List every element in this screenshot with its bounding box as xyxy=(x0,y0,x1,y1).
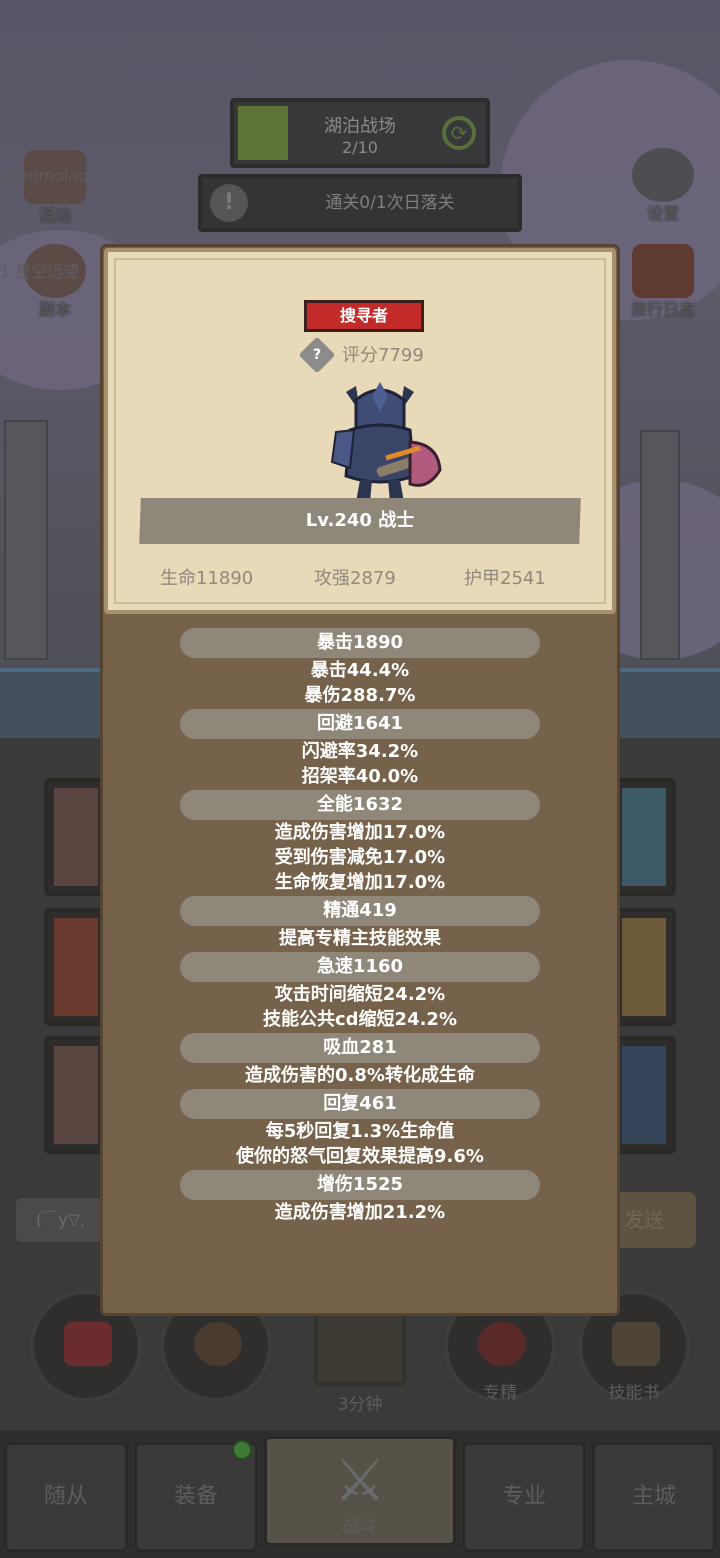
stat-section-haste: 急速1160 攻击时间缩短24.2% 技能公共cd缩短24.2% xyxy=(100,952,620,1032)
hp-stat: 生命11890 xyxy=(160,568,254,589)
specialize-label: 专精 xyxy=(483,1383,517,1403)
stat-header: 急速1160 xyxy=(180,952,540,982)
username-text: shenmolao xyxy=(0,166,88,185)
potion-icon xyxy=(64,1322,112,1366)
book-icon xyxy=(632,244,694,298)
dungeon-label: 副本 xyxy=(38,300,71,319)
base-stats: 生命11890 攻强2879 护甲2541 xyxy=(138,564,590,590)
stat-header: 回避1641 xyxy=(180,709,540,739)
stat-line: 每5秒回复1.3%生命值 xyxy=(265,1121,455,1142)
settings-label: 设置 xyxy=(646,204,679,223)
stat-line: 造成伤害的0.8%转化成生命 xyxy=(245,1065,475,1086)
attribute-list: 暴击1890 暴击44.4% 暴伤288.7% 回避1641 闪避率34.2% … xyxy=(100,628,620,1226)
tab-followers[interactable]: 随从 xyxy=(4,1442,128,1552)
stat-line: 暴伤288.7% xyxy=(304,685,416,706)
equipment-slot[interactable] xyxy=(612,908,676,1026)
stat-section-crit: 暴击1890 暴击44.4% 暴伤288.7% xyxy=(100,628,620,708)
crossed-swords-icon: ⚔ xyxy=(334,1446,386,1514)
gear-icon xyxy=(632,148,694,202)
travel-log-button[interactable]: 旅行日志 xyxy=(620,244,706,320)
stage-progress: 湖泊战场 2/10 ⟳ xyxy=(230,98,490,168)
question-icon[interactable]: ? xyxy=(298,336,336,374)
stat-section-avoidance: 回避1641 闪避率34.2% 招架率40.0% xyxy=(100,709,620,789)
send-button[interactable]: 发送 xyxy=(608,1192,696,1248)
stat-line: 使你的怒气回复效果提高9.6% xyxy=(236,1146,484,1167)
dungeon-button[interactable]: 副本 xyxy=(12,244,98,320)
stat-section-lifesteal: 吸血281 造成伤害的0.8%转化成生命 xyxy=(100,1033,620,1088)
chest-icon xyxy=(314,1306,406,1386)
stat-section-mastery: 精通419 提高专精主技能效果 xyxy=(100,896,620,951)
skill-book-label: 技能书 xyxy=(608,1383,660,1403)
attack-stat: 攻强2879 xyxy=(314,568,396,589)
stat-section-damage: 增伤1525 造成伤害增加21.2% xyxy=(100,1170,620,1225)
stat-section-regen: 回复461 每5秒回复1.3%生命值 使你的怒气回复效果提高9.6% xyxy=(100,1089,620,1169)
server-text: 1 星空远望 xyxy=(0,262,80,281)
stat-line: 攻击时间缩短24.2% xyxy=(274,984,446,1005)
stat-line: 招架率40.0% xyxy=(301,766,419,787)
character-detail-modal[interactable]: 搜寻者 ? 评分7799 Lv.240 战士 生命11890 攻强2879 护甲… xyxy=(100,244,620,1316)
stat-header: 回复461 xyxy=(180,1089,540,1119)
tab-battle[interactable]: ⚔ 战斗 xyxy=(264,1436,456,1546)
clear-status: ! 通关0/1次日落关 xyxy=(198,174,522,232)
stat-line: 造成伤害增加21.2% xyxy=(274,1202,446,1223)
bread-icon xyxy=(194,1322,242,1366)
stat-line: 闪避率34.2% xyxy=(301,741,419,762)
tab-battle-label: 战斗 xyxy=(342,1516,378,1537)
bottom-nav: 随从 装备 ⚔ 战斗 专业 主城 xyxy=(0,1430,720,1558)
activity-label: 活动 xyxy=(38,206,71,225)
equipment-slot[interactable] xyxy=(612,778,676,896)
rank-badge: 搜寻者 xyxy=(304,300,424,332)
equipment-slot[interactable] xyxy=(44,1036,108,1154)
score-text: 评分7799 xyxy=(342,345,424,366)
stat-section-versatility: 全能1632 造成伤害增加17.0% 受到伤害减免17.0% 生命恢复增加17.… xyxy=(100,790,620,895)
activity-button[interactable]: 活动 xyxy=(12,150,98,226)
stat-header: 增伤1525 xyxy=(180,1170,540,1200)
travel-log-label: 旅行日志 xyxy=(630,300,695,319)
level-class-text: Lv.240 战士 xyxy=(305,510,415,531)
stat-line: 技能公共cd缩短24.2% xyxy=(262,1009,457,1030)
notification-dot xyxy=(232,1440,252,1460)
equipment-slot[interactable] xyxy=(44,778,108,896)
tab-main-city[interactable]: 主城 xyxy=(592,1442,716,1552)
equipment-slot[interactable] xyxy=(44,908,108,1026)
skill-book-icon xyxy=(612,1322,660,1366)
stat-header: 全能1632 xyxy=(180,790,540,820)
refresh-icon[interactable]: ⟳ xyxy=(442,116,476,150)
armor-stat: 护甲2541 xyxy=(464,568,546,589)
stat-line: 提高专精主技能效果 xyxy=(279,928,441,949)
settings-button[interactable]: 设置 xyxy=(620,148,706,224)
stat-line: 受到伤害减免17.0% xyxy=(274,847,446,868)
stat-header: 吸血281 xyxy=(180,1033,540,1063)
tab-profession[interactable]: 专业 xyxy=(462,1442,586,1552)
character-card: 搜寻者 ? 评分7799 Lv.240 战士 生命11890 攻强2879 护甲… xyxy=(104,248,616,614)
warrior-avatar xyxy=(330,382,442,502)
stat-header: 精通419 xyxy=(180,896,540,926)
stat-line: 暴击44.4% xyxy=(310,660,410,681)
stone-pillar xyxy=(640,430,680,660)
chest-timer: 3分钟 xyxy=(337,1395,383,1415)
stat-line: 生命恢复增加17.0% xyxy=(274,872,446,893)
clear-status-text: 通关0/1次日落关 xyxy=(325,193,455,213)
stat-header: 暴击1890 xyxy=(180,628,540,658)
specialize-icon xyxy=(478,1322,526,1366)
equipment-slot[interactable] xyxy=(612,1036,676,1154)
alert-icon[interactable]: ! xyxy=(210,184,248,222)
stone-pillar xyxy=(4,420,48,660)
stat-line: 造成伤害增加17.0% xyxy=(274,822,446,843)
